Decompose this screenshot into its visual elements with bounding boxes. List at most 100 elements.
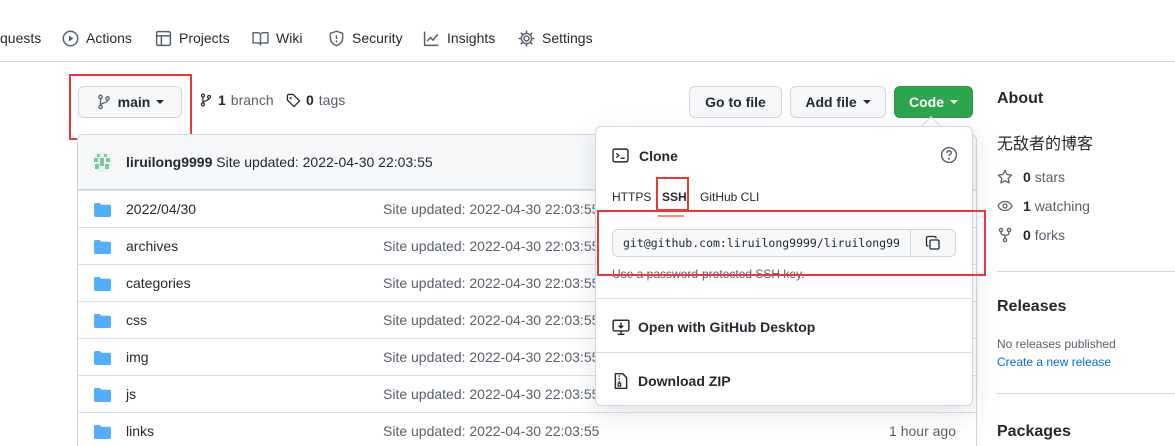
watching-label: watching (1034, 198, 1090, 214)
highlight-url-box (597, 210, 986, 276)
watching-count: 1 (1023, 198, 1031, 214)
file-name[interactable]: 2022/04/30 (126, 201, 196, 217)
file-name[interactable]: css (126, 312, 147, 328)
file-commit-message[interactable]: Site updated: 2022-04-30 22:03:55 (383, 201, 599, 217)
branch-label: branch (230, 92, 274, 108)
tab-github-cli[interactable]: GitHub CLI (700, 190, 759, 204)
branch-select-button[interactable]: main (78, 86, 182, 118)
file-name[interactable]: links (126, 423, 154, 439)
file-name[interactable]: img (126, 349, 149, 365)
desktop-download-icon (612, 318, 630, 336)
add-file-label: Add file (805, 94, 857, 110)
stars-link[interactable]: 0 stars (997, 169, 1065, 185)
clone-title: Clone (639, 147, 678, 164)
repo-nav: quests Actions Projects Wiki Security In… (0, 0, 1175, 62)
divider (997, 393, 1175, 394)
download-zip-label: Download ZIP (638, 373, 731, 389)
table-icon (155, 30, 172, 47)
book-icon (252, 30, 269, 47)
file-row[interactable]: links Site updated: 2022-04-30 22:03:55 1 … (78, 412, 976, 446)
tab-actions[interactable]: Actions (62, 28, 132, 48)
packages-heading[interactable]: Packages (997, 423, 1071, 441)
releases-heading[interactable]: Releases (997, 298, 1066, 316)
repo-description: 无敌者的博客 (997, 136, 1094, 153)
file-name[interactable]: categories (126, 275, 191, 291)
tab-settings[interactable]: Settings (518, 28, 593, 48)
file-commit-message[interactable]: Site updated: 2022-04-30 22:03:55 (383, 386, 599, 402)
open-desktop-label: Open with GitHub Desktop (638, 319, 816, 335)
branch-name: main (117, 94, 151, 110)
code-label: Code (909, 94, 944, 110)
branch-count: 1 (218, 92, 226, 108)
folder-icon (94, 277, 111, 291)
tab-https[interactable]: HTTPS (612, 190, 651, 204)
file-zip-icon (612, 372, 630, 390)
question-icon[interactable] (940, 146, 958, 164)
divider (596, 298, 972, 299)
file-commit-message[interactable]: Site updated: 2022-04-30 22:03:55 (383, 275, 599, 291)
tag-count: 0 (306, 92, 314, 108)
tab-insights[interactable]: Insights (423, 28, 495, 48)
branches-link[interactable]: 1 branch (199, 92, 274, 108)
tab-label: Insights (447, 30, 496, 46)
folder-icon (94, 388, 111, 402)
tab-label: Security (352, 30, 403, 46)
latest-commit: liruilong9999 Site updated: 2022-04-30 2… (126, 154, 433, 170)
code-button[interactable]: Code (894, 86, 973, 118)
create-release-link[interactable]: Create a new release (997, 355, 1111, 369)
divider (596, 352, 972, 353)
chevron-down-icon (950, 100, 958, 104)
chevron-down-icon (156, 100, 165, 104)
tab-label: Wiki (276, 30, 303, 46)
terminal-icon (612, 147, 629, 164)
chevron-down-icon (862, 100, 871, 104)
file-commit-message[interactable]: Site updated: 2022-04-30 22:03:55 (383, 312, 599, 328)
commit-author[interactable]: liruilong9999 (126, 154, 212, 170)
tab-label: quests (0, 30, 42, 46)
highlight-ssh-tab (656, 177, 689, 211)
tab-pull-requests[interactable]: quests (0, 28, 41, 48)
open-desktop-item[interactable]: Open with GitHub Desktop (612, 318, 815, 336)
shield-icon (328, 30, 345, 47)
file-name[interactable]: js (126, 386, 136, 402)
tag-icon (286, 93, 301, 108)
graph-icon (423, 30, 440, 47)
branch-icon (96, 94, 112, 110)
about-heading: About (997, 90, 1044, 107)
go-to-file-button[interactable]: Go to file (689, 86, 782, 118)
no-releases-text: No releases published (997, 337, 1116, 351)
tab-security[interactable]: Security (328, 28, 403, 48)
divider (997, 271, 1175, 272)
tab-projects[interactable]: Projects (155, 28, 230, 48)
watching-link[interactable]: 1 watching (997, 198, 1090, 214)
gear-icon (518, 29, 535, 47)
forks-link[interactable]: 0 forks (997, 227, 1065, 243)
stars-count: 0 (1023, 169, 1031, 185)
forks-label: forks (1034, 227, 1066, 243)
tag-label: tags (318, 92, 346, 108)
clone-header: Clone (612, 147, 678, 164)
folder-icon (94, 314, 111, 328)
go-to-file-label: Go to file (705, 94, 766, 110)
download-zip-item[interactable]: Download ZIP (612, 372, 731, 390)
folder-icon (94, 351, 111, 365)
tags-link[interactable]: 0 tags (286, 92, 345, 108)
fork-icon (997, 227, 1013, 243)
branch-icon (199, 92, 213, 108)
folder-icon (94, 203, 111, 217)
stars-label: stars (1034, 169, 1066, 185)
tab-label: Settings (542, 30, 593, 46)
avatar[interactable] (92, 152, 112, 172)
forks-count: 0 (1023, 227, 1031, 243)
file-commit-message[interactable]: Site updated: 2022-04-30 22:03:55 (383, 349, 599, 365)
file-name[interactable]: archives (126, 238, 178, 254)
file-commit-message[interactable]: Site updated: 2022-04-30 22:03:55 (383, 238, 599, 254)
star-icon (997, 169, 1013, 185)
tab-label: Projects (179, 30, 230, 46)
eye-icon (997, 198, 1013, 214)
tab-wiki[interactable]: Wiki (252, 28, 302, 48)
tab-label: Actions (86, 30, 132, 46)
file-commit-message[interactable]: Site updated: 2022-04-30 22:03:55 (383, 423, 599, 439)
add-file-button[interactable]: Add file (790, 86, 886, 118)
commit-message[interactable]: Site updated: 2022-04-30 22:03:55 (216, 154, 432, 170)
